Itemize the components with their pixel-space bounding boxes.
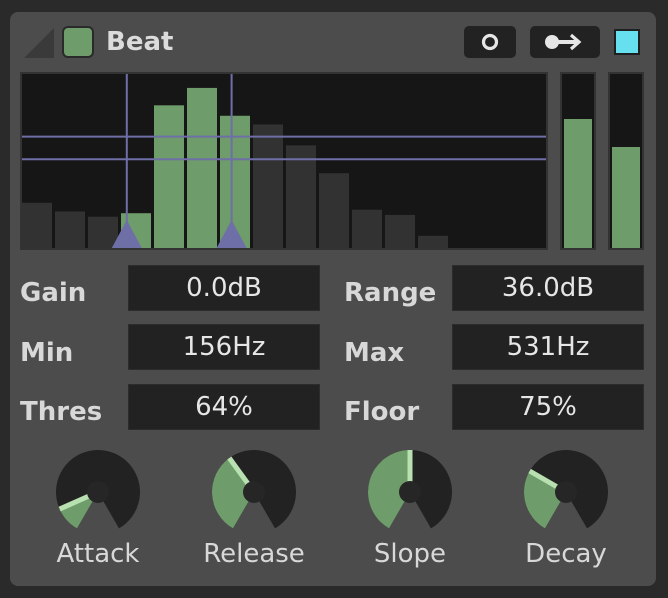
spectrum-bar [154,105,184,248]
spectrum-bar [22,202,52,248]
fold-triangle-icon[interactable] [24,28,54,58]
route-arrow-icon [545,33,582,51]
range-label: Range [344,278,437,308]
knob-center [399,481,421,503]
slope-knob-dial [368,450,452,529]
decay-label: Decay [525,539,607,569]
spectrum-bar [418,235,448,248]
device-title: Beat [106,27,174,57]
slope-knob[interactable] [360,448,460,538]
max-label: Max [344,338,405,368]
level-meter-right [608,72,644,250]
spectrum-bar [319,173,349,248]
attack-label: Attack [56,539,140,569]
device-header: Beat [10,12,656,72]
record-button[interactable] [464,26,516,58]
spectrum-bar [286,145,316,248]
slope-label: Slope [373,539,447,569]
max-field[interactable]: 531Hz [452,324,644,370]
release-knob[interactable] [204,448,304,538]
spectrum-bar [253,124,283,248]
spectrum-bar [352,209,382,248]
level-meter-right-fill [612,147,640,248]
spectrum-bar [187,87,217,248]
release-knob-dial [212,450,296,529]
gain-label: Gain [20,278,87,308]
floor-label: Floor [344,397,420,427]
thres-label: Thres [20,397,103,427]
min-label: Min [20,338,74,368]
knob-center [555,481,577,503]
level-meter-left [560,72,596,250]
spectrum-bar [88,216,118,248]
beat-device: Beat Gain 0.0dB Range 36.0dB Min 156Hz M… [10,12,656,586]
min-field[interactable]: 156Hz [128,324,320,370]
decay-knob-dial [524,450,608,529]
spectrum-bar [385,214,415,248]
route-button[interactable] [530,26,600,58]
color-swatch[interactable] [614,29,640,55]
attack-knob[interactable] [48,448,148,538]
record-circle-icon [481,33,499,51]
spectrum-bar [55,211,85,248]
level-meter-left-fill [564,119,592,248]
decay-knob[interactable] [516,448,616,538]
range-field[interactable]: 36.0dB [452,265,644,311]
knob-center [87,481,109,503]
device-power-toggle[interactable] [62,26,94,58]
floor-field[interactable]: 75% [452,384,644,430]
attack-knob-dial [56,450,140,529]
thres-field[interactable]: 64% [128,384,320,430]
spectrum-display[interactable] [20,72,548,250]
release-label: Release [203,539,305,569]
spectrum-graph [22,74,546,248]
gain-field[interactable]: 0.0dB [128,265,320,311]
knob-center [243,481,265,503]
